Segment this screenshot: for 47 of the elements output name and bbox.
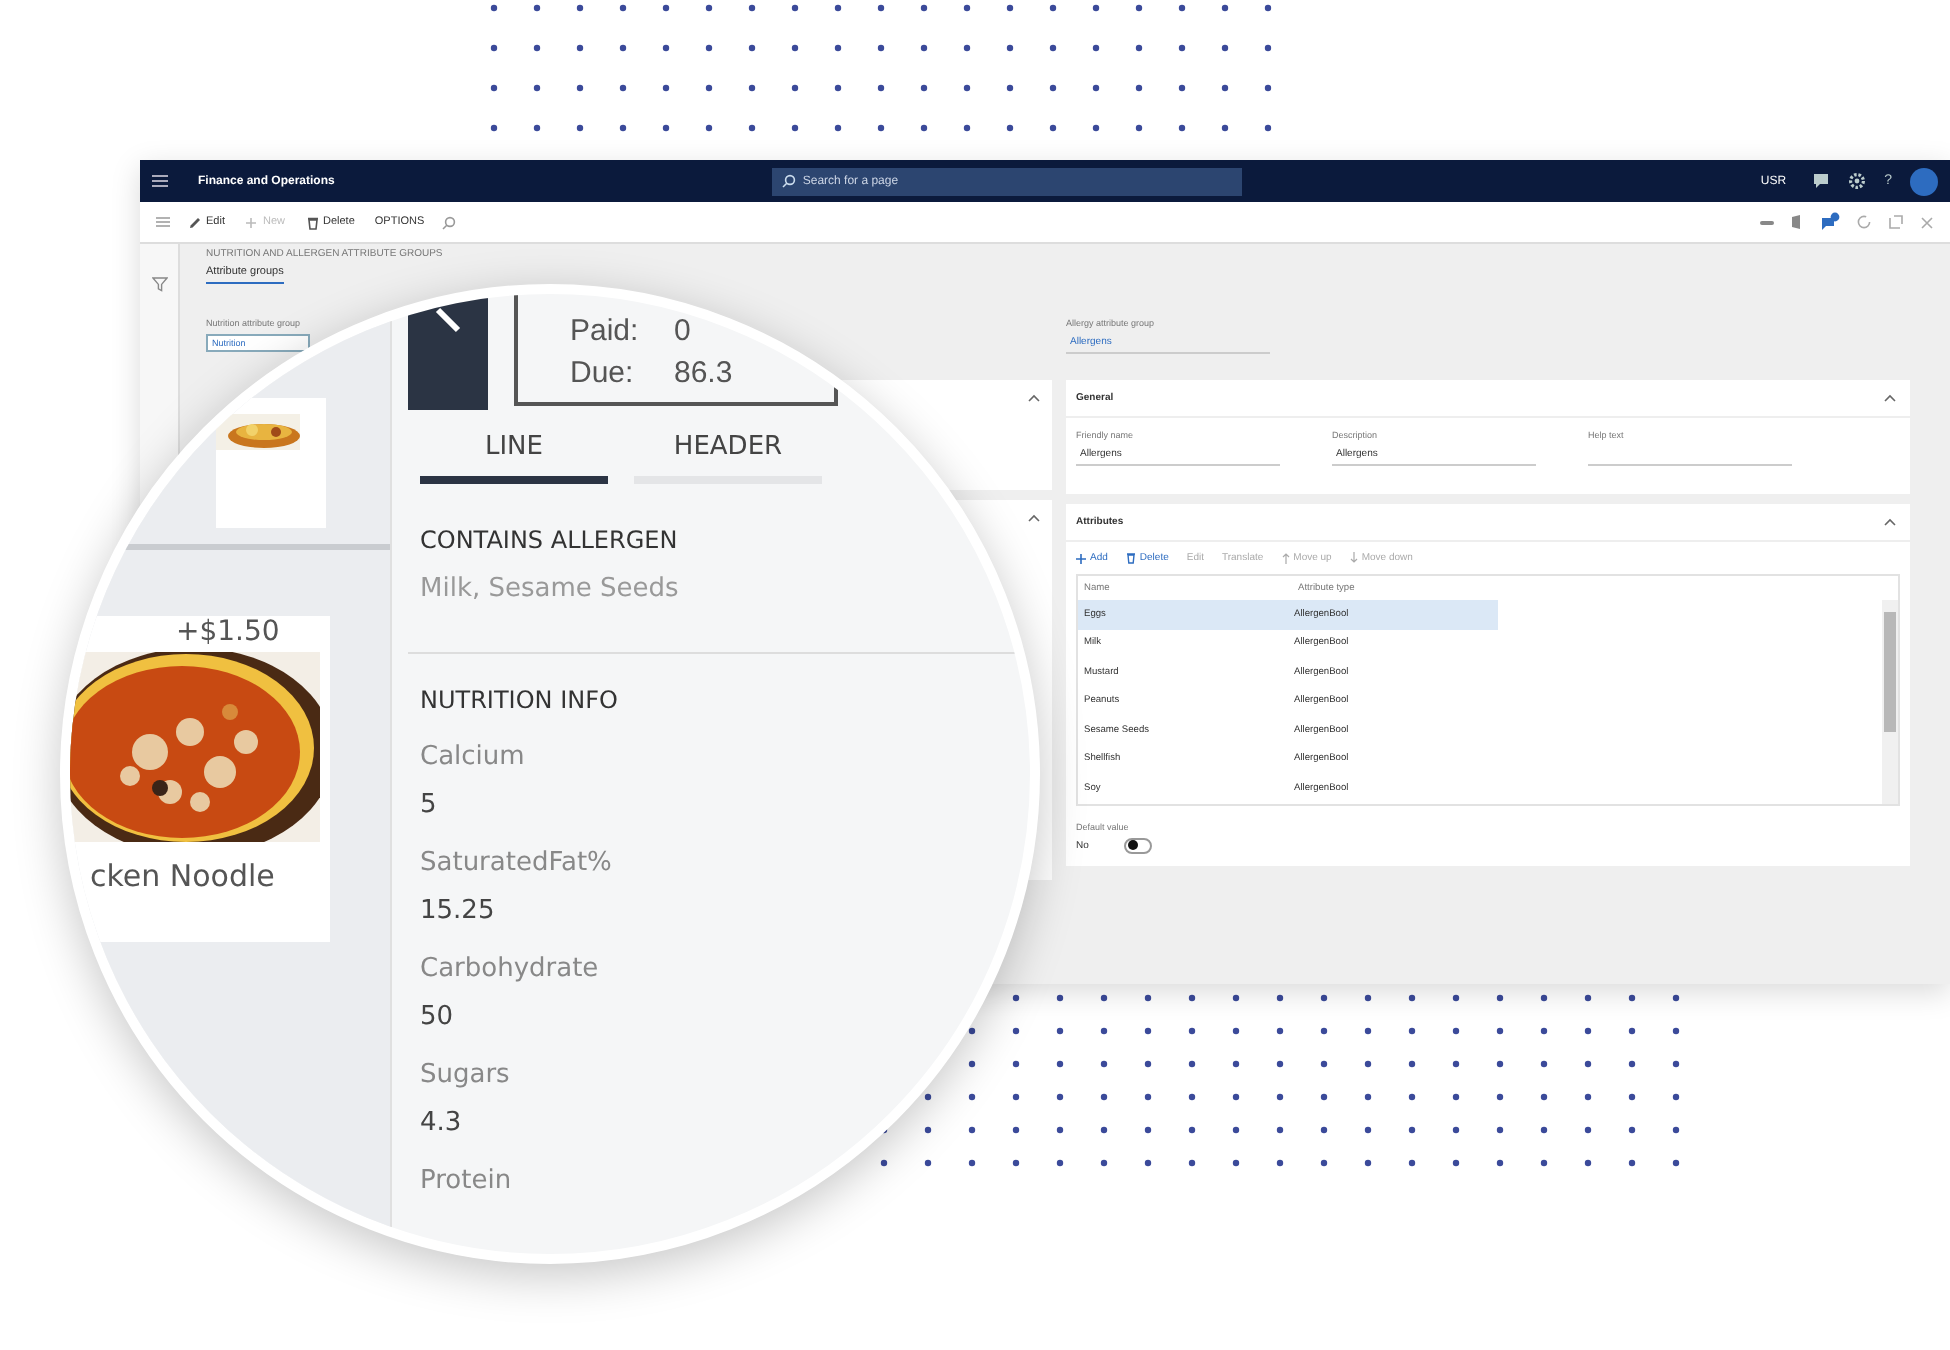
nutrient-label: Calcium (420, 742, 527, 772)
plus-icon (1076, 553, 1086, 563)
section-heading: CONTAINS ALLERGEN (420, 526, 680, 554)
search-icon[interactable] (442, 215, 457, 229)
nutrient-value: 4.3 (420, 1108, 464, 1138)
chevron-up-icon[interactable] (1028, 394, 1040, 402)
chevron-up-icon[interactable] (1028, 514, 1040, 522)
plus-icon (244, 215, 259, 229)
refresh-icon[interactable] (1856, 214, 1872, 230)
slash-icon (434, 306, 462, 334)
tab[interactable]: LINE (420, 432, 608, 484)
trash-icon (305, 215, 319, 229)
price-label: +$1.50 (174, 616, 282, 648)
arrow-up-icon (1281, 552, 1290, 564)
section-heading: NUTRITION INFO (420, 686, 620, 714)
item-name: cken Noodle (88, 858, 277, 894)
due-label: Due: (570, 356, 636, 390)
allergen-list: Milk, Sesame Seeds (420, 574, 1030, 604)
nutrient-value: 15.25 (420, 896, 497, 926)
close-icon[interactable] (1920, 215, 1934, 229)
notification-icon[interactable] (1820, 212, 1840, 232)
filter-icon[interactable] (151, 276, 167, 292)
trash-icon (1125, 552, 1136, 564)
chevron-up-icon[interactable] (1884, 394, 1896, 402)
menu-card[interactable]: +$1.50 cken Noodle (70, 616, 330, 942)
popout-icon[interactable] (1888, 214, 1904, 230)
search-icon (782, 174, 797, 188)
menu-card[interactable] (216, 398, 326, 528)
paid-label: Paid: (570, 314, 641, 348)
nutrient-label: Carbohydrate (420, 954, 601, 984)
scrollbar[interactable] (1882, 600, 1898, 803)
nutrient-label: Protein (420, 1166, 514, 1196)
settings-icon[interactable] (1848, 172, 1867, 190)
nutrient-value: 50 (420, 1002, 456, 1032)
arrow-down-icon (1349, 552, 1358, 564)
avatar-icon[interactable] (1910, 167, 1938, 195)
toggle-switch[interactable] (1124, 837, 1153, 853)
paid-value: 0 (674, 314, 693, 348)
chat-icon[interactable] (1812, 172, 1831, 190)
chevron-up-icon[interactable] (1884, 518, 1896, 526)
pencil-icon (188, 215, 202, 229)
nutrient-value: 5 (420, 790, 439, 820)
due-value: 86.3 (674, 356, 735, 390)
nutrient-label: SaturatedFat% (420, 848, 614, 878)
menu-icon[interactable] (152, 174, 168, 188)
nutrient-label: Sugars (420, 1060, 512, 1090)
tab[interactable]: HEADER (634, 432, 822, 484)
